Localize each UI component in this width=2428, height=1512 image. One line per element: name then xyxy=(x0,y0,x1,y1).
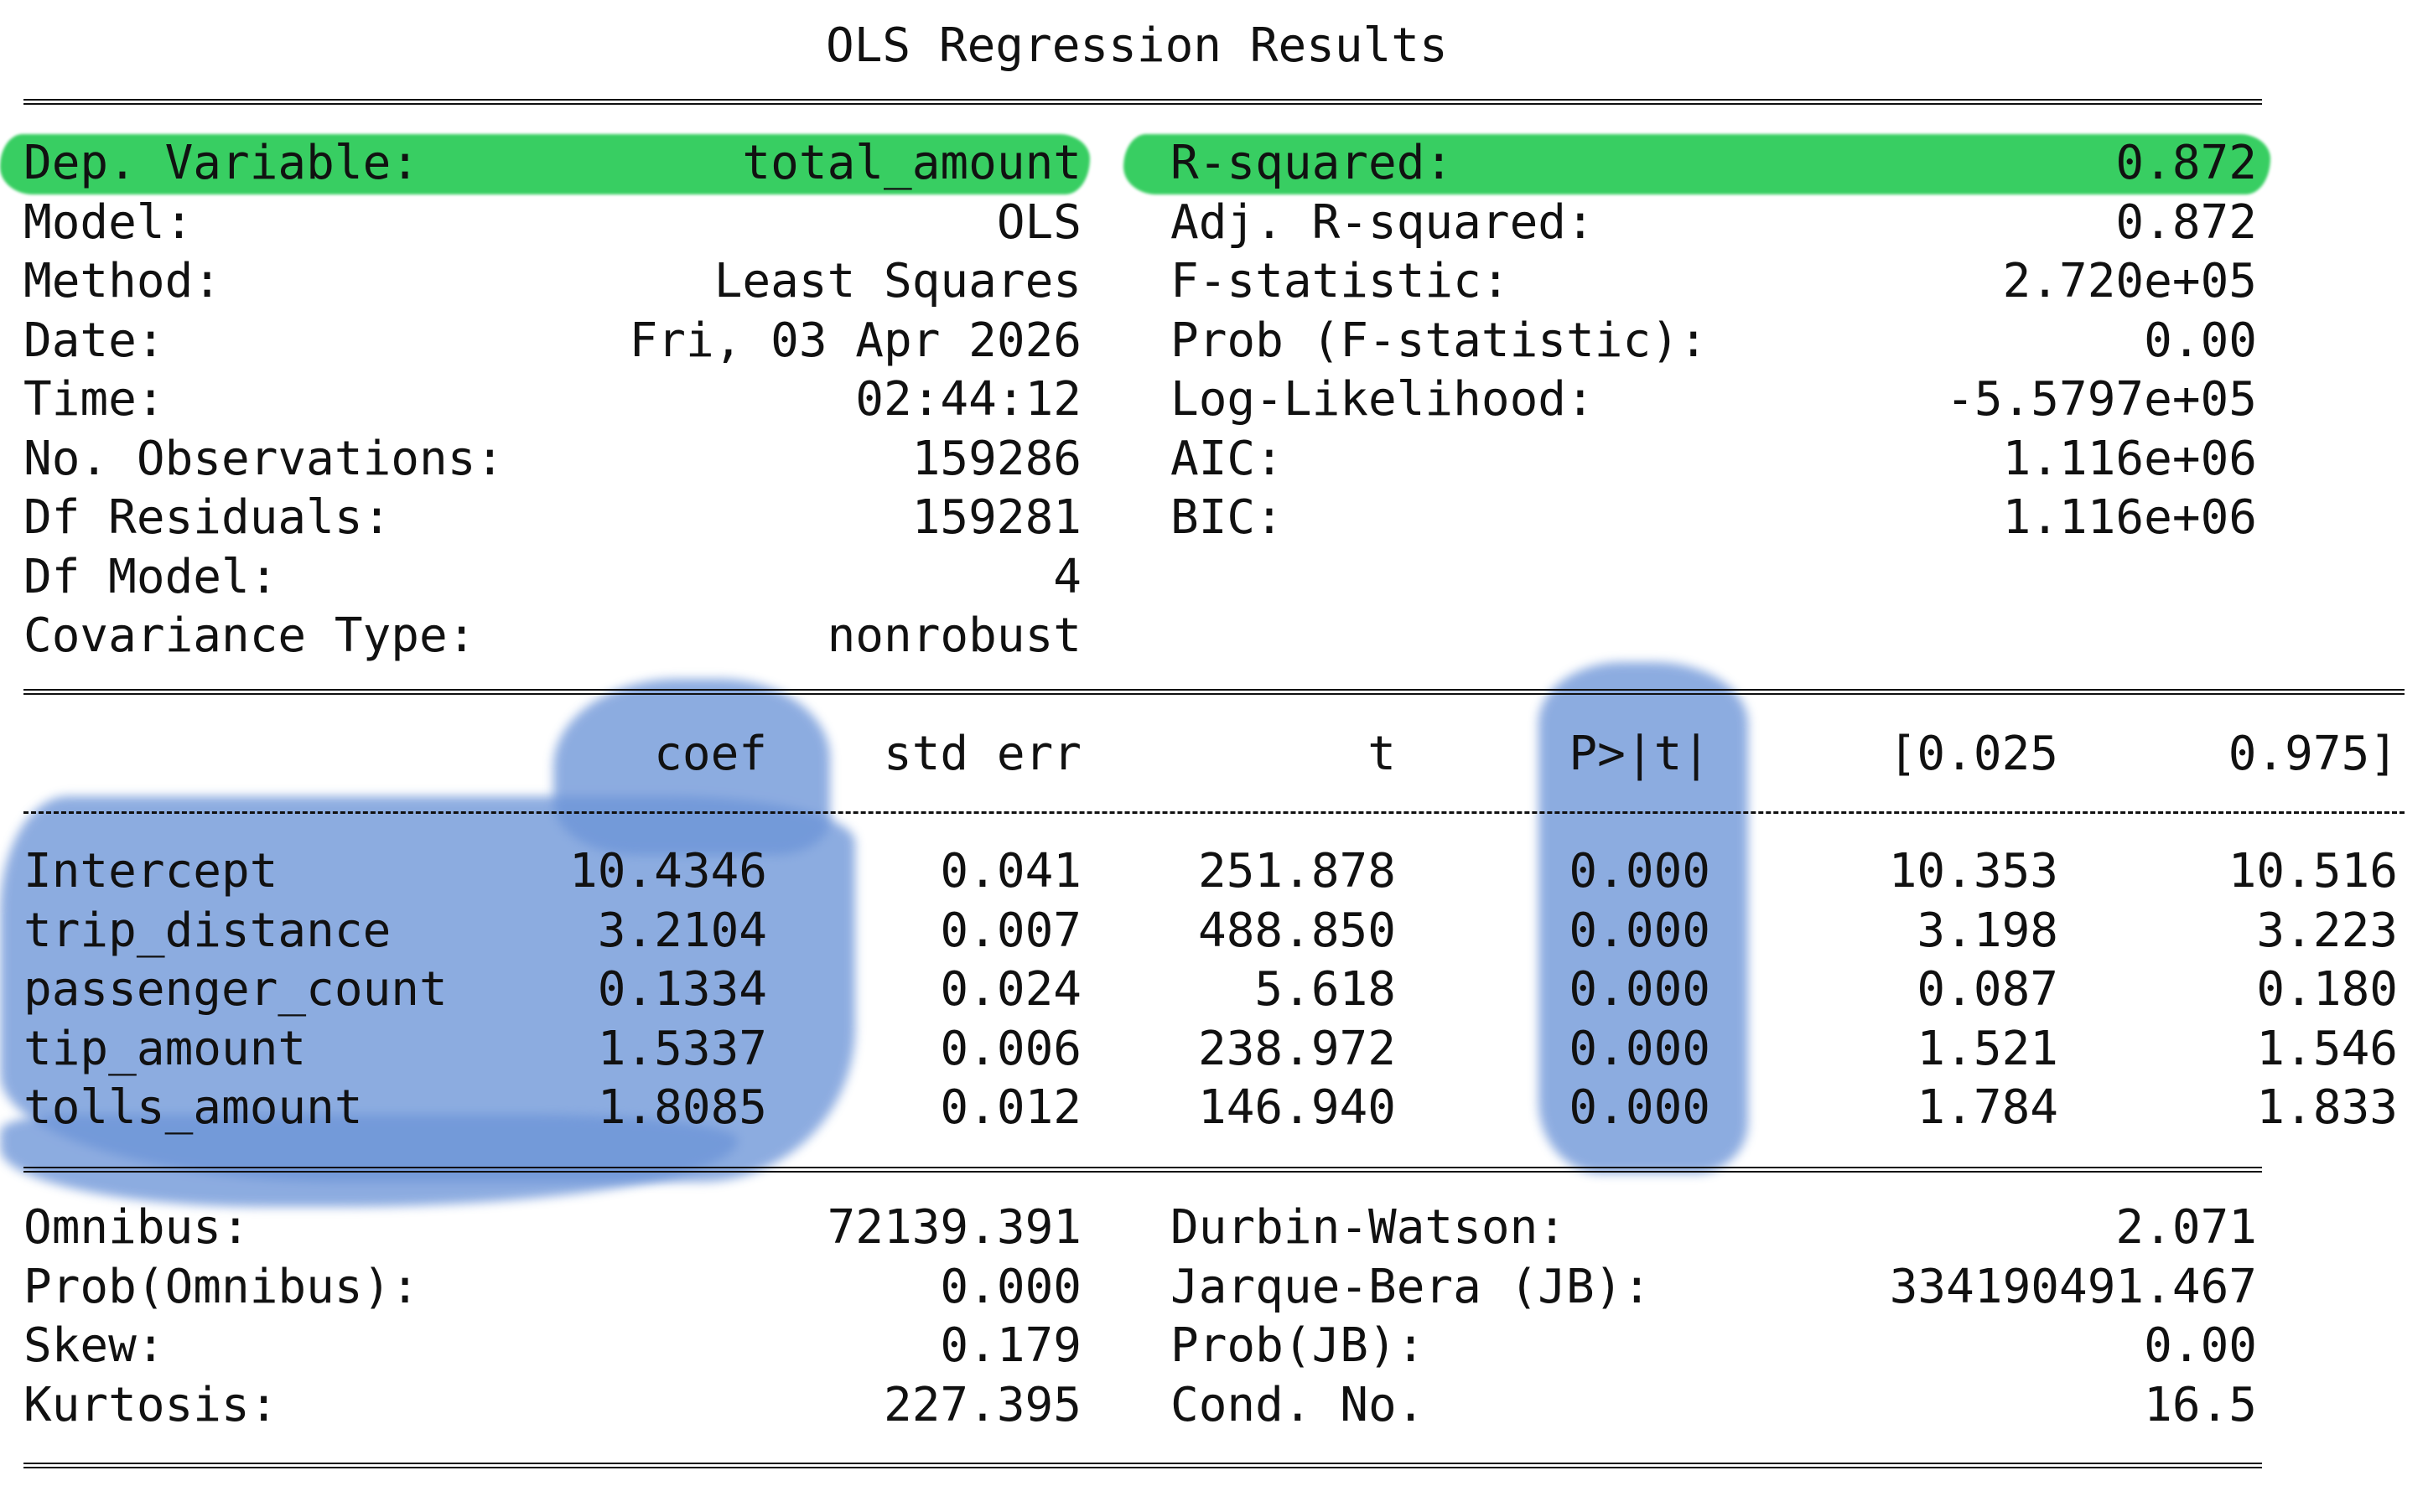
header-left-value: 159286 xyxy=(911,431,1082,486)
header-left-value: Least Squares xyxy=(713,254,1082,308)
coef-cell: 1.8085 xyxy=(597,1080,767,1135)
rule-top xyxy=(23,99,2262,105)
coef-cell: 0.041 xyxy=(940,844,1082,898)
coef-cell: 0.180 xyxy=(2256,962,2398,1017)
header-left-label: Dep. Variable: xyxy=(23,136,420,190)
header-right-value: 0.872 xyxy=(2115,136,2257,190)
coef-cell: 0.000 xyxy=(1569,903,1710,958)
footer-left-label: Kurtosis: xyxy=(23,1377,278,1432)
page-title: OLS Regression Results xyxy=(826,18,1448,73)
coef-cell: 251.878 xyxy=(1197,844,1396,898)
header-left-label: Time: xyxy=(23,372,165,427)
footer-left-label: Prob(Omnibus): xyxy=(23,1259,420,1314)
coef-cell: 0.1334 xyxy=(597,962,767,1017)
coef-column-header: std err xyxy=(883,727,1082,781)
coef-column-header: coef xyxy=(654,727,767,781)
footer-right-value: 2.071 xyxy=(2115,1200,2257,1255)
footer-left-value: 227.395 xyxy=(883,1377,1082,1432)
header-left-label: Method: xyxy=(23,254,222,308)
header-left-value: nonrobust xyxy=(827,608,1082,663)
rule-bottom xyxy=(23,1463,2262,1468)
coef-cell: 1.784 xyxy=(1917,1080,2058,1135)
coef-cell: 0.000 xyxy=(1569,1021,1710,1076)
header-right-label: Adj. R-squared: xyxy=(1170,194,1595,250)
coef-cell: 0.006 xyxy=(940,1021,1082,1076)
header-left-label: Covariance Type: xyxy=(23,608,476,663)
rule-coef-top xyxy=(23,689,2405,695)
coef-column-header: 0.975] xyxy=(2228,727,2398,781)
header-right-label: BIC: xyxy=(1170,490,1284,545)
ols-summary-document: OLS Regression Results Dep. Variable: tot… xyxy=(0,0,2428,1512)
coef-row-name: Intercept xyxy=(23,844,278,898)
header-right-label: AIC: xyxy=(1170,431,1284,486)
coef-cell: 0.000 xyxy=(1569,962,1710,1017)
coef-cell: 5.618 xyxy=(1254,962,1396,1017)
header-left-value: 4 xyxy=(1053,549,1082,604)
coef-cell: 3.2104 xyxy=(597,903,767,958)
coef-cell: 10.516 xyxy=(2228,844,2398,898)
header-left-label: Df Model: xyxy=(23,549,278,604)
header-left-value: 159281 xyxy=(911,490,1082,545)
footer-left-value: 0.000 xyxy=(940,1259,1082,1314)
header-right-value: 1.116e+06 xyxy=(2002,431,2257,486)
header-right-label: Log-Likelihood: xyxy=(1170,372,1595,427)
coef-cell: 3.223 xyxy=(2256,903,2398,958)
header-left-label: No. Observations: xyxy=(23,431,505,486)
coef-row-name: tip_amount xyxy=(23,1021,307,1076)
coef-row-name: tolls_amount xyxy=(23,1080,363,1135)
header-right-label: Prob (F-statistic): xyxy=(1170,313,1708,368)
header-left-value: OLS xyxy=(996,194,1082,250)
header-left-value: 02:44:12 xyxy=(855,372,1082,427)
coef-cell: 1.521 xyxy=(1917,1021,2058,1076)
header-right-value: 0.00 xyxy=(2144,313,2257,368)
footer-left-label: Skew: xyxy=(23,1318,165,1373)
coef-cell: 1.5337 xyxy=(597,1021,767,1076)
header-left-value: Fri, 03 Apr 2026 xyxy=(629,313,1082,368)
footer-right-label: Prob(JB): xyxy=(1170,1318,1425,1373)
footer-right-value: 334190491.467 xyxy=(1889,1259,2257,1314)
footer-right-value: 0.00 xyxy=(2144,1318,2257,1373)
header-right-value: 0.872 xyxy=(2115,194,2257,250)
coef-column-header: [0.025 xyxy=(1888,727,2058,781)
footer-right-value: 16.5 xyxy=(2144,1377,2257,1432)
footer-right-label: Durbin-Watson: xyxy=(1170,1200,1567,1255)
header-left-label: Df Residuals: xyxy=(23,490,392,545)
coef-cell: 10.4346 xyxy=(568,844,767,898)
coef-cell: 0.007 xyxy=(940,903,1082,958)
footer-right-label: Jarque-Bera (JB): xyxy=(1170,1259,1652,1314)
footer-right-label: Cond. No. xyxy=(1170,1377,1425,1432)
coef-cell: 146.940 xyxy=(1197,1080,1396,1135)
header-right-label: F-statistic: xyxy=(1170,254,1510,308)
header-right-value: -5.5797e+05 xyxy=(1946,372,2257,427)
header-right-label: R-squared: xyxy=(1170,136,1454,190)
header-right-value: 1.116e+06 xyxy=(2002,490,2257,545)
coef-cell: 1.546 xyxy=(2256,1021,2398,1076)
coef-row-name: passenger_count xyxy=(23,962,448,1017)
header-left-label: Model: xyxy=(23,194,194,250)
coef-cell: 238.972 xyxy=(1197,1021,1396,1076)
coef-cell: 488.850 xyxy=(1197,903,1396,958)
coef-cell: 0.087 xyxy=(1917,962,2058,1017)
rule-coef-bottom xyxy=(23,1167,2262,1173)
coef-cell: 3.198 xyxy=(1917,903,2058,958)
footer-left-value: 0.179 xyxy=(940,1318,1082,1373)
header-left-label: Date: xyxy=(23,313,165,368)
coef-cell: 1.833 xyxy=(2256,1080,2398,1135)
header-right-value: 2.720e+05 xyxy=(2002,254,2257,308)
header-left-value: total_amount xyxy=(742,136,1082,190)
rule-coef-header xyxy=(23,811,2405,814)
coef-cell: 0.024 xyxy=(940,962,1082,1017)
footer-left-value: 72139.391 xyxy=(827,1200,1082,1255)
coef-row-name: trip_distance xyxy=(23,903,392,958)
coef-cell: 0.012 xyxy=(940,1080,1082,1135)
coef-column-header: P>|t| xyxy=(1569,727,1710,781)
footer-left-label: Omnibus: xyxy=(23,1200,250,1255)
coef-cell: 10.353 xyxy=(1888,844,2058,898)
coef-column-header: t xyxy=(1367,727,1396,781)
coef-cell: 0.000 xyxy=(1569,844,1710,898)
coef-cell: 0.000 xyxy=(1569,1080,1710,1135)
